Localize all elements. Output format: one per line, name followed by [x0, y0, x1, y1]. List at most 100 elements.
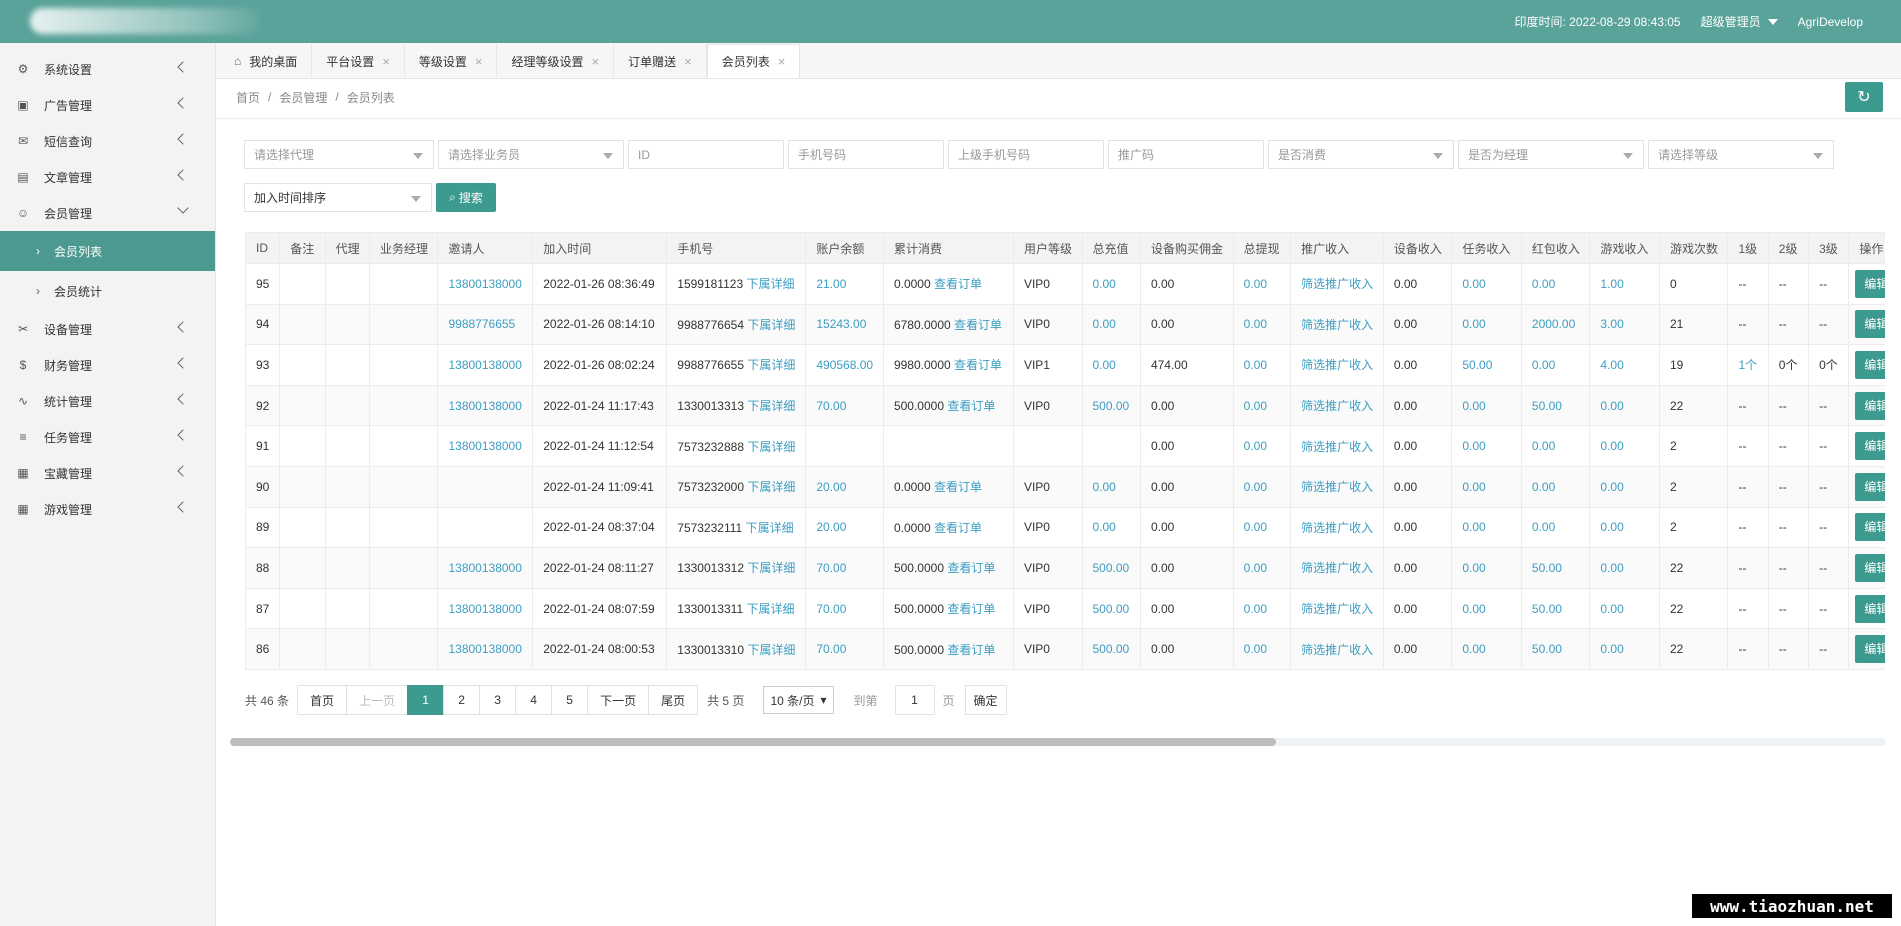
cell-balance[interactable]: 490568.00 [805, 344, 884, 386]
cell-redpacket-income[interactable]: 50.00 [1520, 587, 1591, 630]
cell-withdraw[interactable]: 0.00 [1232, 628, 1292, 670]
cell-balance[interactable]: 70.00 [805, 628, 884, 670]
cell-promo-income[interactable]: 筛选推广收入 [1290, 465, 1384, 508]
cell-recharge[interactable]: 500.00 [1081, 384, 1141, 427]
edit-button[interactable]: 编辑 [1855, 310, 1885, 339]
subordinate-detail-link[interactable]: 下属详细 [746, 521, 794, 535]
view-orders-link[interactable]: 查看订单 [947, 399, 995, 413]
cell-recharge[interactable]: 0.00 [1081, 303, 1141, 346]
cell-game-income[interactable]: 0.00 [1589, 628, 1660, 670]
cell-task-income[interactable]: 0.00 [1451, 547, 1522, 589]
cell-task-income[interactable]: 0.00 [1451, 303, 1522, 346]
sidebar-subitem[interactable]: › 会员列表 [0, 231, 215, 271]
cell-redpacket-income[interactable]: 2000.00 [1520, 303, 1591, 346]
cell-withdraw[interactable]: 0.00 [1232, 587, 1292, 630]
tab-item[interactable]: 平台设置 × [312, 44, 405, 78]
scrollbar-thumb[interactable] [230, 738, 1276, 746]
cell-withdraw[interactable]: 0.00 [1232, 263, 1292, 305]
cell-task-income[interactable]: 50.00 [1451, 344, 1522, 386]
tab-item[interactable]: ⌂ 我的桌面 [220, 44, 313, 78]
cell-promo-income[interactable]: 筛选推广收入 [1290, 384, 1384, 427]
subordinate-detail-link[interactable]: 下属详细 [747, 561, 795, 575]
refresh-button[interactable]: ↻ [1845, 82, 1883, 112]
cell-withdraw[interactable]: 0.00 [1232, 547, 1292, 589]
view-orders-link[interactable]: 查看订单 [934, 277, 982, 291]
horizontal-scrollbar[interactable] [230, 738, 1886, 746]
filter-promo-income-link[interactable]: 筛选推广收入 [1301, 399, 1373, 413]
cell-game-income[interactable]: 0.00 [1589, 465, 1660, 508]
cell-redpacket-income[interactable]: 0.00 [1520, 465, 1591, 508]
cell-redpacket-income[interactable]: 0.00 [1520, 506, 1591, 549]
pager-page[interactable]: 1 [407, 685, 445, 715]
cell-inviter[interactable]: 9988776655 [437, 303, 534, 346]
cell-recharge[interactable]: 0.00 [1081, 263, 1141, 305]
pager-page[interactable]: 2 [443, 685, 481, 715]
close-icon[interactable]: × [778, 54, 786, 69]
sidebar-item[interactable]: ∿ 统计管理 [0, 383, 215, 419]
cell-recharge[interactable]: 500.00 [1081, 587, 1141, 630]
filter-input[interactable]: 推广码 [1108, 140, 1264, 169]
tab-item[interactable]: 订单赠送 × [614, 44, 707, 78]
sidebar-item[interactable]: ▦ 宝藏管理 [0, 455, 215, 491]
admin-menu[interactable]: 超级管理员 [1701, 13, 1778, 30]
cell-balance[interactable]: 70.00 [805, 384, 884, 427]
sort-select[interactable]: 加入时间排序 [244, 183, 432, 212]
cell-game-income[interactable]: 0.00 [1589, 425, 1660, 467]
cell-task-income[interactable]: 0.00 [1451, 384, 1522, 427]
cell-redpacket-income[interactable]: 50.00 [1520, 384, 1591, 427]
edit-button[interactable]: 编辑 [1855, 594, 1885, 623]
subordinate-detail-link[interactable]: 下属详细 [747, 440, 795, 454]
pager-first[interactable]: 首页 [297, 685, 348, 715]
cell-recharge[interactable]: 0.00 [1081, 344, 1141, 386]
cell-inviter[interactable]: 13800138000 [437, 547, 534, 589]
sidebar-item[interactable]: ▦ 游戏管理 [0, 491, 215, 527]
filter-select[interactable]: 请选择代理 [244, 140, 434, 169]
filter-promo-income-link[interactable]: 筛选推广收入 [1301, 358, 1373, 372]
cell-task-income[interactable]: 0.00 [1451, 587, 1522, 630]
cell-game-income[interactable]: 0.00 [1589, 547, 1660, 589]
filter-input[interactable]: 手机号码 [788, 140, 944, 169]
cell-withdraw[interactable]: 0.00 [1232, 465, 1292, 508]
cell-recharge[interactable]: 0.00 [1081, 506, 1141, 549]
close-icon[interactable]: × [684, 54, 692, 69]
cell-promo-income[interactable]: 筛选推广收入 [1290, 303, 1384, 346]
sidebar-subitem[interactable]: › 会员统计 [0, 271, 215, 311]
cell-recharge[interactable]: 0.00 [1081, 465, 1141, 508]
pager-confirm-button[interactable]: 确定 [964, 685, 1007, 715]
cell-inviter[interactable] [437, 465, 534, 508]
cell-task-income[interactable]: 0.00 [1451, 506, 1522, 549]
cell-game-income[interactable]: 0.00 [1589, 384, 1660, 427]
cell-inviter[interactable] [437, 506, 534, 549]
cell-redpacket-income[interactable]: 0.00 [1520, 263, 1591, 305]
cell-redpacket-income[interactable]: 0.00 [1520, 344, 1591, 386]
cell-balance[interactable]: 70.00 [805, 547, 884, 589]
tab-item[interactable]: 经理等级设置 × [497, 44, 615, 78]
view-orders-link[interactable]: 查看订单 [954, 318, 1002, 332]
edit-button[interactable]: 编辑 [1855, 391, 1885, 420]
cell-withdraw[interactable]: 0.00 [1232, 384, 1292, 427]
view-orders-link[interactable]: 查看订单 [947, 602, 995, 616]
close-icon[interactable]: × [592, 54, 600, 69]
close-icon[interactable]: × [475, 54, 483, 69]
pager-last[interactable]: 尾页 [648, 685, 699, 715]
tab-item[interactable]: 等级设置 × [405, 44, 498, 78]
sidebar-item[interactable]: ≡ 任务管理 [0, 419, 215, 455]
subordinate-detail-link[interactable]: 下属详细 [746, 602, 794, 616]
edit-button[interactable]: 编辑 [1855, 269, 1885, 298]
cell-promo-income[interactable]: 筛选推广收入 [1290, 344, 1384, 386]
subordinate-detail-link[interactable]: 下属详细 [747, 358, 795, 372]
subordinate-detail-link[interactable]: 下属详细 [746, 277, 794, 291]
filter-input[interactable]: 上级手机号码 [948, 140, 1104, 169]
sidebar-item[interactable]: ▣ 广告管理 [0, 87, 215, 123]
cell-balance[interactable]: 70.00 [805, 587, 884, 630]
filter-promo-income-link[interactable]: 筛选推广收入 [1301, 521, 1373, 535]
cell-task-income[interactable]: 0.00 [1451, 628, 1522, 670]
view-orders-link[interactable]: 查看订单 [947, 561, 995, 575]
tab-item[interactable]: 会员列表 × [706, 44, 801, 78]
edit-button[interactable]: 编辑 [1855, 350, 1885, 379]
cell-recharge[interactable]: 500.00 [1081, 547, 1141, 589]
view-orders-link[interactable]: 查看订单 [954, 358, 1002, 372]
cell-inviter[interactable]: 13800138000 [437, 344, 534, 386]
cell-redpacket-income[interactable]: 50.00 [1520, 628, 1591, 670]
filter-select[interactable]: 是否消费 [1268, 140, 1454, 169]
